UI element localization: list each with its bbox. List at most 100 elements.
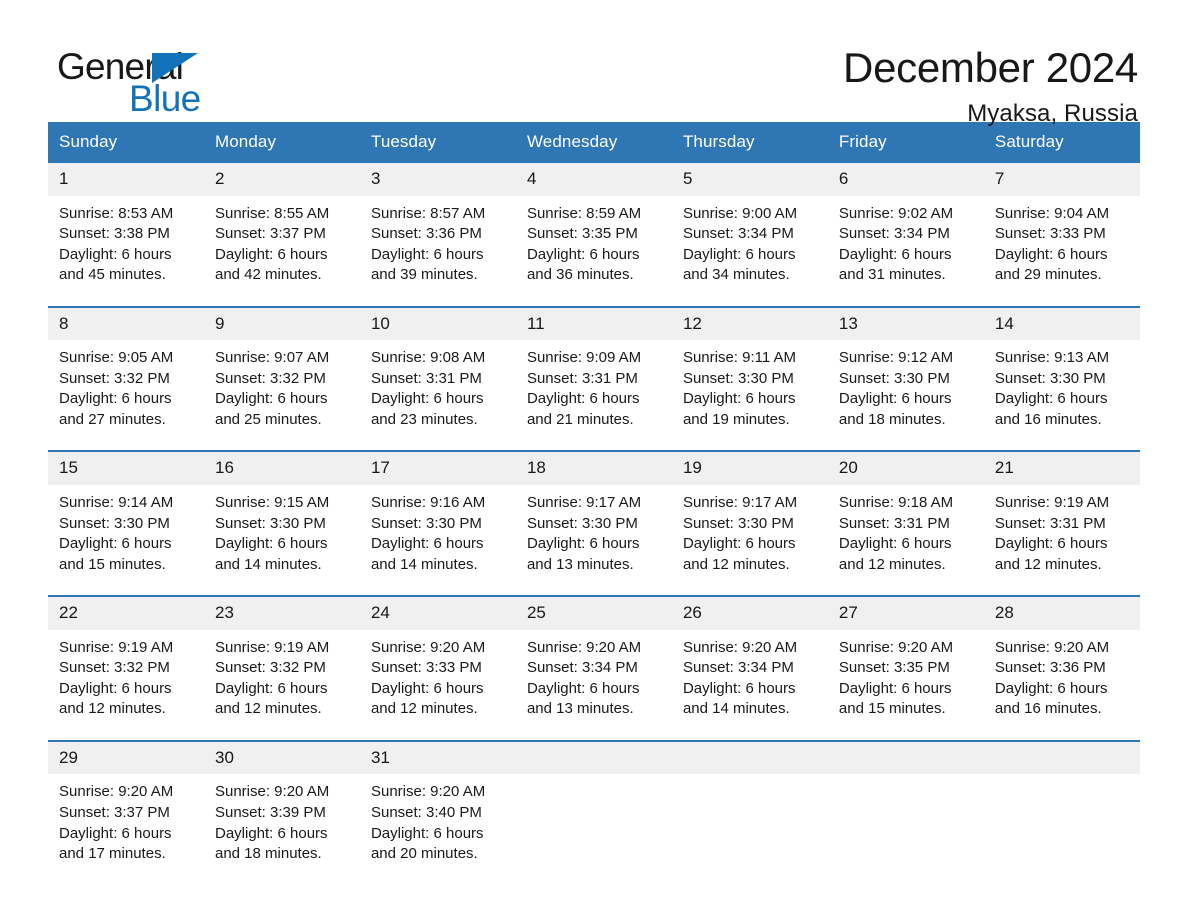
day-cell[interactable]: Sunrise: 9:18 AM Sunset: 3:31 PM Dayligh…	[827, 485, 984, 597]
day-cell[interactable]: Sunrise: 9:16 AM Sunset: 3:30 PM Dayligh…	[359, 485, 516, 597]
day-cell[interactable]: Sunrise: 8:57 AM Sunset: 3:36 PM Dayligh…	[359, 195, 516, 307]
daylight-text: Daylight: 6 hours	[838, 535, 952, 553]
day-cell[interactable]: Sunrise: 9:12 AM Sunset: 3:30 PM Dayligh…	[827, 340, 984, 452]
day-cell[interactable]: Sunrise: 8:55 AM Sunset: 3:37 PM Dayligh…	[203, 195, 360, 307]
day-cell[interactable]: Sunrise: 9:19 AM Sunset: 3:32 PM Dayligh…	[48, 629, 204, 741]
day-number[interactable]: 24	[359, 595, 516, 630]
daylight-text-cont: and 15 minutes.	[838, 700, 946, 718]
day-cell[interactable]: Sunrise: 9:20 AM Sunset: 3:33 PM Dayligh…	[359, 629, 516, 741]
day-cell[interactable]: Sunrise: 8:53 AM Sunset: 3:38 PM Dayligh…	[48, 195, 204, 307]
day-cell[interactable]: Sunrise: 9:05 AM Sunset: 3:32 PM Dayligh…	[48, 340, 204, 452]
day-number[interactable]: 14	[983, 305, 1140, 341]
day-number[interactable]: 22	[48, 595, 204, 630]
day-cell[interactable]: Sunrise: 9:17 AM Sunset: 3:30 PM Dayligh…	[671, 485, 828, 597]
day-number[interactable]: 11	[515, 305, 672, 341]
day-number[interactable]: 18	[515, 450, 672, 486]
day-cell-empty	[671, 774, 828, 885]
day-number[interactable]: 25	[515, 595, 672, 630]
daylight-text: Daylight: 6 hours	[370, 535, 484, 553]
sunset-text: Sunset: 3:37 PM	[59, 804, 170, 822]
day-cell[interactable]: Sunrise: 9:20 AM Sunset: 3:35 PM Dayligh…	[827, 629, 984, 741]
daylight-text-cont: and 19 minutes.	[682, 410, 790, 428]
day-number[interactable]: 10	[359, 305, 516, 341]
day-cell[interactable]: Sunrise: 9:20 AM Sunset: 3:34 PM Dayligh…	[515, 629, 672, 741]
daylight-text: Daylight: 6 hours	[59, 824, 172, 842]
daylight-text: Daylight: 6 hours	[214, 390, 328, 408]
day-cell[interactable]: Sunrise: 9:20 AM Sunset: 3:34 PM Dayligh…	[671, 629, 828, 741]
day-cell[interactable]: Sunrise: 9:19 AM Sunset: 3:31 PM Dayligh…	[983, 485, 1140, 597]
day-number[interactable]: 28	[983, 595, 1140, 630]
day-number[interactable]: 3	[359, 163, 516, 196]
daylight-text: Daylight: 6 hours	[526, 390, 640, 408]
day-number[interactable]: 2	[203, 163, 360, 196]
day-cell[interactable]: Sunrise: 9:04 AM Sunset: 3:33 PM Dayligh…	[983, 195, 1140, 307]
day-number-empty	[671, 739, 828, 775]
day-number[interactable]: 21	[983, 450, 1140, 486]
sunrise-text: Sunrise: 9:13 AM	[994, 349, 1110, 367]
day-number[interactable]: 29	[48, 739, 204, 775]
day-number[interactable]: 9	[203, 305, 360, 341]
day-cell[interactable]: Sunrise: 9:14 AM Sunset: 3:30 PM Dayligh…	[48, 485, 204, 597]
daylight-text: Daylight: 6 hours	[994, 535, 1108, 553]
sunset-text: Sunset: 3:34 PM	[526, 659, 638, 677]
day-cell[interactable]: Sunrise: 9:20 AM Sunset: 3:39 PM Dayligh…	[203, 774, 360, 885]
day-cell[interactable]: Sunrise: 9:00 AM Sunset: 3:34 PM Dayligh…	[671, 195, 828, 307]
day-number-row: 22 23 24 25 26 27 28	[48, 595, 1140, 630]
day-number[interactable]: 16	[203, 450, 360, 486]
day-number[interactable]: 5	[671, 163, 828, 196]
day-number[interactable]: 31	[359, 739, 516, 775]
day-detail-row: Sunrise: 9:19 AM Sunset: 3:32 PM Dayligh…	[48, 629, 1140, 741]
daylight-text-cont: and 14 minutes.	[370, 555, 478, 573]
daylight-text-cont: and 16 minutes.	[994, 410, 1102, 428]
day-cell[interactable]: Sunrise: 9:17 AM Sunset: 3:30 PM Dayligh…	[515, 485, 672, 597]
day-cell[interactable]: Sunrise: 9:11 AM Sunset: 3:30 PM Dayligh…	[671, 340, 828, 452]
sunset-text: Sunset: 3:33 PM	[370, 659, 482, 677]
sunrise-text: Sunrise: 9:19 AM	[59, 638, 174, 656]
daylight-text-cont: and 12 minutes.	[682, 555, 790, 573]
day-cell[interactable]: Sunrise: 9:15 AM Sunset: 3:30 PM Dayligh…	[203, 485, 360, 597]
day-number-empty	[983, 739, 1140, 775]
day-number[interactable]: 6	[827, 163, 984, 196]
day-cell[interactable]: Sunrise: 9:02 AM Sunset: 3:34 PM Dayligh…	[827, 195, 984, 307]
day-cell[interactable]: Sunrise: 9:08 AM Sunset: 3:31 PM Dayligh…	[359, 340, 516, 452]
sunset-text: Sunset: 3:30 PM	[526, 514, 638, 532]
sunset-text: Sunset: 3:31 PM	[526, 369, 638, 387]
day-cell[interactable]: Sunrise: 9:20 AM Sunset: 3:37 PM Dayligh…	[48, 774, 204, 885]
day-number[interactable]: 15	[48, 450, 204, 486]
day-cell[interactable]: Sunrise: 9:19 AM Sunset: 3:32 PM Dayligh…	[203, 629, 360, 741]
day-number[interactable]: 12	[671, 305, 828, 341]
daylight-text-cont: and 21 minutes.	[526, 410, 634, 428]
sunset-text: Sunset: 3:36 PM	[994, 659, 1106, 677]
day-number[interactable]: 30	[203, 739, 360, 775]
day-cell[interactable]: Sunrise: 9:20 AM Sunset: 3:40 PM Dayligh…	[359, 774, 516, 885]
day-cell[interactable]: Sunrise: 8:59 AM Sunset: 3:35 PM Dayligh…	[515, 195, 672, 307]
day-number[interactable]: 19	[671, 450, 828, 486]
day-number[interactable]: 23	[203, 595, 360, 630]
day-number[interactable]: 8	[48, 305, 204, 341]
day-number[interactable]: 4	[515, 163, 672, 196]
sunset-text: Sunset: 3:32 PM	[59, 659, 170, 677]
day-number[interactable]: 13	[827, 305, 984, 341]
sunset-text: Sunset: 3:30 PM	[994, 369, 1106, 387]
sunset-text: Sunset: 3:30 PM	[682, 514, 794, 532]
day-number[interactable]: 7	[983, 163, 1140, 196]
sunrise-text: Sunrise: 9:20 AM	[370, 638, 486, 656]
daylight-text-cont: and 14 minutes.	[682, 700, 790, 718]
weekday-header-friday: Friday	[827, 122, 984, 163]
day-number[interactable]: 1	[48, 163, 204, 196]
daylight-text: Daylight: 6 hours	[526, 679, 640, 697]
day-number[interactable]: 17	[359, 450, 516, 486]
sunset-text: Sunset: 3:30 PM	[838, 369, 950, 387]
day-cell[interactable]: Sunrise: 9:07 AM Sunset: 3:32 PM Dayligh…	[203, 340, 360, 452]
sunrise-text: Sunrise: 9:16 AM	[370, 494, 486, 512]
day-number[interactable]: 20	[827, 450, 984, 486]
sunset-text: Sunset: 3:37 PM	[214, 225, 326, 243]
day-number[interactable]: 27	[827, 595, 984, 630]
day-cell[interactable]: Sunrise: 9:20 AM Sunset: 3:36 PM Dayligh…	[983, 629, 1140, 741]
sunset-text: Sunset: 3:32 PM	[59, 369, 170, 387]
generalblue-logo[interactable]: General Blue	[48, 44, 248, 117]
day-cell[interactable]: Sunrise: 9:13 AM Sunset: 3:30 PM Dayligh…	[983, 340, 1140, 452]
day-number[interactable]: 26	[671, 595, 828, 630]
day-cell[interactable]: Sunrise: 9:09 AM Sunset: 3:31 PM Dayligh…	[515, 340, 672, 452]
daylight-text-cont: and 23 minutes.	[370, 410, 478, 428]
